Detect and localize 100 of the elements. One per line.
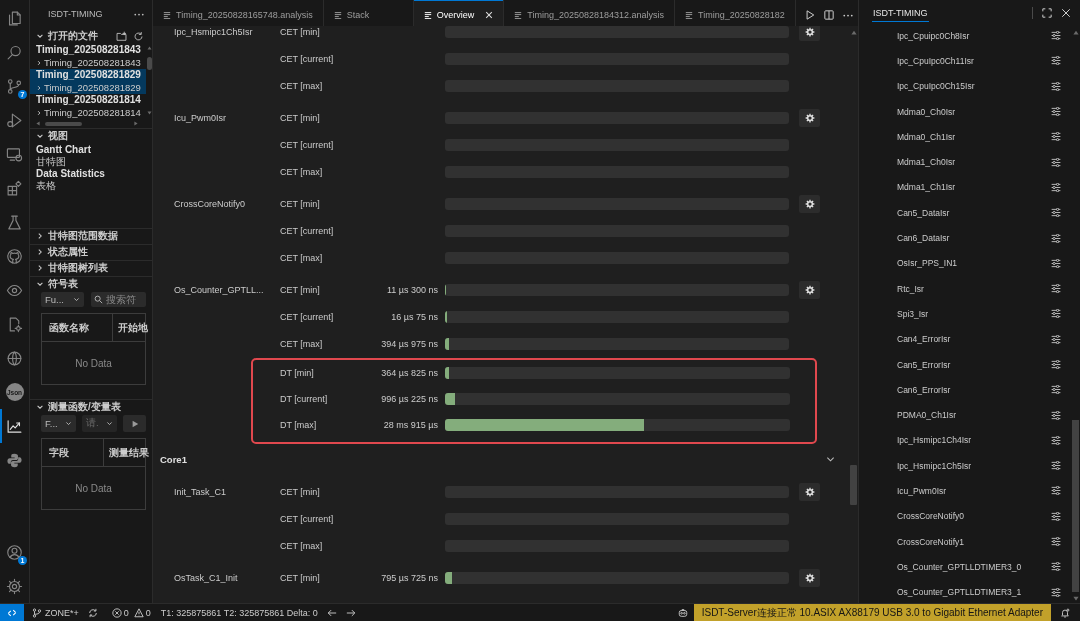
list-item[interactable]: Spi3_Isr [897, 308, 1051, 319]
editor-tab[interactable]: Stack [323, 0, 414, 26]
sliders-icon[interactable] [1051, 486, 1061, 496]
section-title[interactable]: 打开的文件 [48, 29, 98, 43]
list-item[interactable]: Ipc_CpuIpc0Ch11Isr [897, 55, 1051, 66]
split-editor-icon[interactable] [824, 10, 834, 20]
sliders-icon[interactable] [1051, 284, 1061, 294]
editor-tab[interactable]: Timing_20250828165748.analysis [153, 0, 324, 26]
sliders-icon[interactable] [1051, 385, 1061, 395]
chevron-icon[interactable] [36, 84, 42, 91]
list-item[interactable]: Can6_ErrorIsr [897, 384, 1051, 395]
scroll-left-icon[interactable] [36, 121, 40, 126]
warning-icon[interactable] [133, 607, 144, 618]
list-item[interactable]: OsIsr_PPS_IN1 [897, 258, 1051, 269]
warning-count[interactable]: 0 [145, 607, 151, 618]
list-item[interactable]: Icu_Pwm0Isr [897, 486, 1051, 496]
list-item[interactable]: Can6_DataIsr [897, 233, 1051, 243]
sync-icon[interactable] [87, 607, 98, 618]
branch-item[interactable]: ZONE*+ [32, 607, 79, 618]
robot-icon[interactable] [677, 607, 688, 618]
remote-button[interactable] [0, 604, 24, 621]
scroll-down-icon[interactable] [146, 111, 152, 115]
sliders-icon[interactable] [1051, 410, 1061, 420]
filter-dropdown[interactable]: Fu... [41, 292, 84, 307]
chevron-icon[interactable] [36, 248, 44, 256]
arrow-right-icon[interactable] [345, 607, 356, 618]
close-icon[interactable] [485, 11, 494, 19]
list-item[interactable]: Os_Counter_GPTLLDTIMER3_0 [897, 561, 1051, 572]
chevron-icon[interactable] [36, 280, 44, 288]
list-item[interactable]: Ipc_CpuIpc0Ch15Isr [897, 81, 1051, 92]
file-item[interactable]: Timing_202508281814 [30, 94, 146, 107]
section-title[interactable]: 符号表 [48, 277, 78, 291]
scroll-up-icon[interactable] [146, 46, 152, 50]
list-item[interactable]: Ipc_Cpuipc0Ch8Isr [897, 30, 1051, 41]
sliders-icon[interactable] [1051, 182, 1061, 192]
list-item[interactable]: Rtc_Isr [897, 283, 1051, 294]
scroll-down-icon[interactable] [1072, 596, 1079, 601]
scrollbar-thumb[interactable] [1072, 420, 1079, 592]
bell-icon[interactable] [1060, 607, 1070, 618]
search-field[interactable]: 搜索符 [91, 292, 146, 307]
refresh-icon[interactable] [133, 30, 144, 42]
error-count[interactable]: 0 [123, 607, 129, 618]
maximize-icon[interactable] [1042, 8, 1052, 18]
more-icon[interactable] [843, 13, 854, 17]
scroll-up-icon[interactable] [850, 30, 857, 35]
list-item[interactable]: Mdma1_Ch0Isr [897, 157, 1051, 168]
view-title[interactable]: Data Statistics [36, 168, 152, 180]
sliders-icon[interactable] [1051, 157, 1061, 167]
sliders-icon[interactable] [1051, 258, 1061, 268]
section-title[interactable]: 甘特图树列表 [48, 261, 108, 275]
settings-button[interactable] [799, 26, 820, 41]
chevron-icon[interactable] [36, 132, 44, 140]
chevron-icon[interactable] [36, 59, 42, 66]
sliders-icon[interactable] [1051, 31, 1061, 41]
list-item[interactable]: Can4_ErrorIsr [897, 334, 1051, 345]
chevron-icon[interactable] [36, 232, 44, 240]
error-icon[interactable] [111, 607, 122, 618]
section-title[interactable]: 视图 [48, 129, 68, 143]
list-item[interactable]: Os_Counter_GPTLLDTIMER3_1 [897, 587, 1051, 598]
sliders-icon[interactable] [1051, 132, 1061, 142]
editor-tab[interactable]: Overview [413, 0, 505, 26]
scroll-up-icon[interactable] [1072, 30, 1079, 35]
section-title[interactable]: 状态属性 [48, 245, 88, 259]
sliders-icon[interactable] [1051, 587, 1061, 597]
sliders-icon[interactable] [1051, 334, 1061, 344]
new-folder-icon[interactable] [116, 30, 127, 42]
sliders-icon[interactable] [1051, 360, 1061, 369]
sliders-icon[interactable] [1051, 81, 1061, 91]
settings-button[interactable] [799, 109, 820, 127]
sliders-icon[interactable] [1051, 56, 1061, 66]
more-icon[interactable] [134, 12, 144, 16]
list-item[interactable]: CrossCoreNotify1 [897, 536, 1051, 547]
settings-button[interactable] [799, 483, 820, 501]
section-title[interactable]: 甘特图范围数据 [48, 229, 118, 243]
chevron-icon[interactable] [36, 109, 42, 116]
file-item[interactable]: Timing_202508281843 [30, 44, 146, 57]
sliders-icon[interactable] [1051, 233, 1061, 243]
arrow-left-icon[interactable] [326, 607, 337, 618]
chevron-icon[interactable] [36, 403, 44, 411]
sliders-icon[interactable] [1051, 537, 1061, 547]
list-item[interactable]: Mdma1_Ch1Isr [897, 182, 1051, 193]
chevron-icon[interactable] [36, 32, 44, 40]
list-item[interactable]: CrossCoreNotify0 [897, 511, 1051, 522]
sliders-icon[interactable] [1051, 511, 1061, 521]
chevron-icon[interactable] [36, 264, 44, 272]
run-button[interactable] [123, 415, 146, 432]
play-icon[interactable] [804, 10, 815, 20]
settings-button[interactable] [799, 569, 820, 587]
sliders-icon[interactable] [1051, 107, 1061, 117]
sliders-icon[interactable] [1051, 208, 1061, 218]
tree-item[interactable]: Timing_202508281843 [30, 56, 146, 69]
select-dropdown[interactable]: F... [41, 415, 76, 432]
scrollbar-thumb[interactable] [850, 465, 857, 505]
scroll-right-icon[interactable] [134, 121, 138, 126]
panel-tab[interactable]: ISDT-TIMING [872, 4, 929, 22]
list-item[interactable]: PDMA0_Ch1Isr [897, 410, 1051, 421]
close-icon[interactable] [1061, 8, 1071, 18]
list-item[interactable]: Ipc_Hsmipc1Ch5Isr [897, 460, 1051, 471]
chevron-down-icon[interactable] [826, 455, 835, 464]
list-item[interactable]: Can5_DataIsr [897, 207, 1051, 218]
